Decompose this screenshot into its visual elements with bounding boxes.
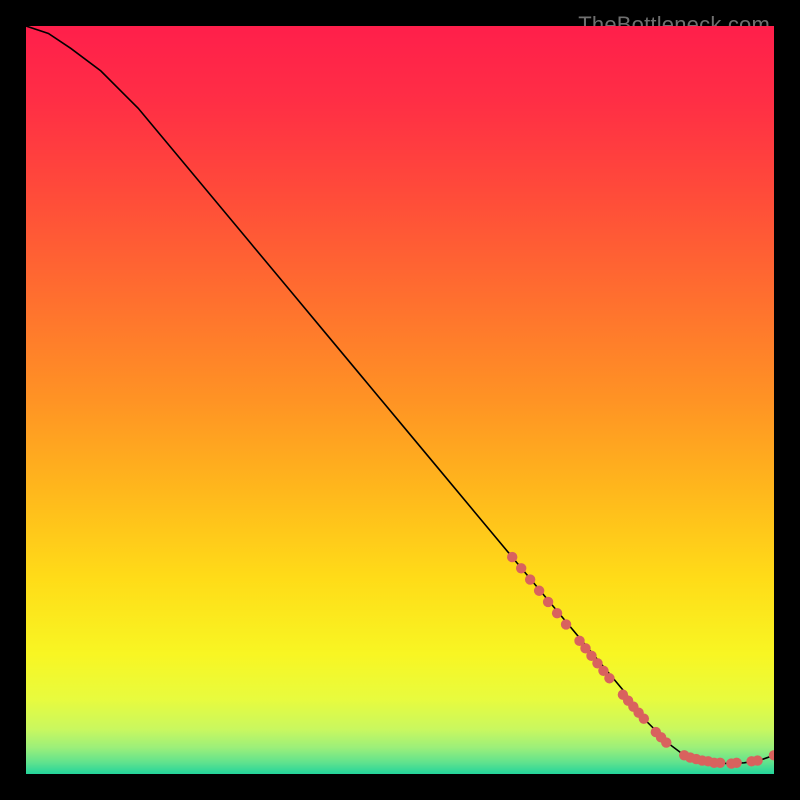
data-point	[752, 755, 762, 765]
chart-plot-area	[26, 26, 774, 774]
data-point	[525, 574, 535, 584]
data-point	[639, 713, 649, 723]
data-point	[516, 563, 526, 573]
data-point	[604, 673, 614, 683]
data-point	[534, 586, 544, 596]
chart-frame: TheBottleneck.com	[14, 14, 786, 786]
gradient-background	[26, 26, 774, 774]
data-point	[661, 737, 671, 747]
data-point	[543, 597, 553, 607]
data-point	[731, 758, 741, 768]
data-point	[715, 758, 725, 768]
bottleneck-chart	[26, 26, 774, 774]
data-point	[561, 619, 571, 629]
data-point	[552, 608, 562, 618]
data-point	[507, 552, 517, 562]
